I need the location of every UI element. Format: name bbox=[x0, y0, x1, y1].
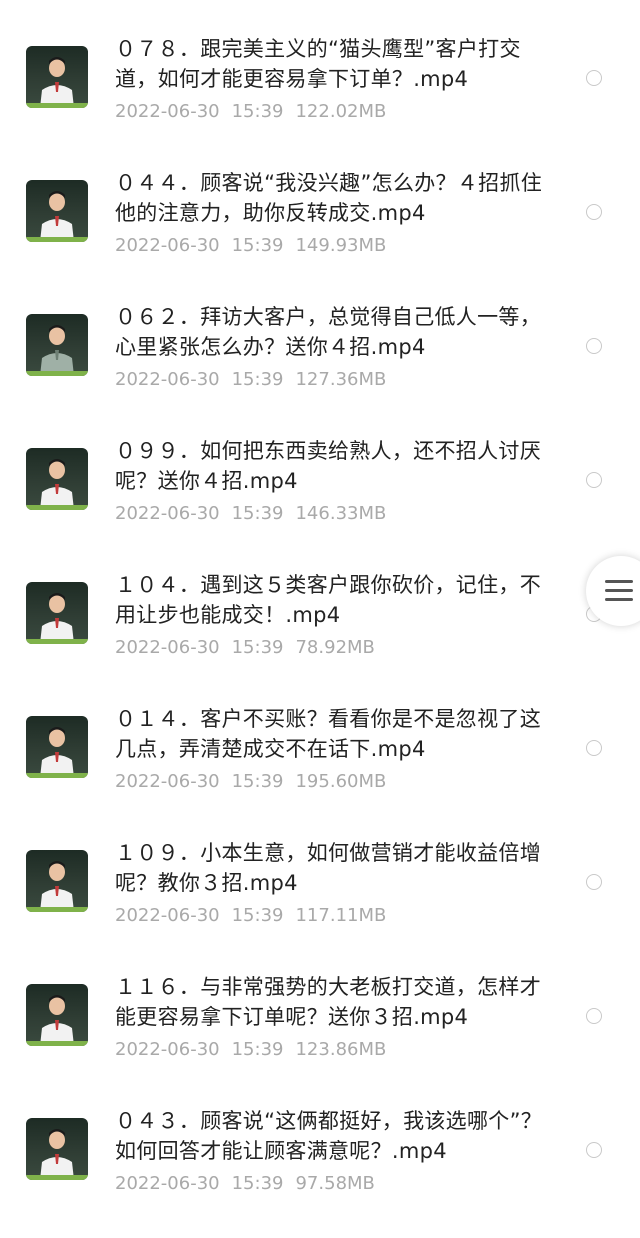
file-meta: 2022-06-30 15:39 195.60MB bbox=[115, 770, 398, 794]
file-row[interactable]: ０７８．跟完美主义的“猫头鹰型”客户打交道，如何才能更容易拿下订单？.mp4 2… bbox=[0, 32, 640, 166]
file-date: 2022-06-30 bbox=[115, 905, 220, 926]
file-size: 195.60MB bbox=[295, 771, 387, 792]
file-time: 15:39 bbox=[231, 1039, 284, 1060]
file-meta: 2022-06-30 15:39 122.02MB bbox=[115, 100, 398, 124]
video-thumbnail-icon bbox=[26, 984, 88, 1046]
radio-unchecked-icon[interactable] bbox=[586, 472, 602, 488]
file-date: 2022-06-30 bbox=[115, 503, 220, 524]
video-thumbnail-icon bbox=[26, 46, 88, 108]
file-meta: 2022-06-30 15:39 127.36MB bbox=[115, 368, 398, 392]
radio-unchecked-icon[interactable] bbox=[586, 70, 602, 86]
file-time: 15:39 bbox=[231, 235, 284, 256]
file-row[interactable]: ０９９．如何把东西卖给熟人，还不招人讨厌呢？送你４招.mp4 2022-06-3… bbox=[0, 434, 640, 568]
file-meta: 2022-06-30 15:39 97.58MB bbox=[115, 1172, 387, 1196]
file-time: 15:39 bbox=[231, 771, 284, 792]
file-row[interactable]: １０４．遇到这５类客户跟你砍价，记住，不用让步也能成交！.mp4 2022-06… bbox=[0, 568, 640, 702]
radio-unchecked-icon[interactable] bbox=[586, 1008, 602, 1024]
radio-unchecked-icon[interactable] bbox=[586, 338, 602, 354]
radio-unchecked-icon[interactable] bbox=[586, 1142, 602, 1158]
video-thumbnail-icon bbox=[26, 716, 88, 778]
file-name: １１６．与非常强势的大老板打交道，怎样才能更容易拿下订单呢？送你３招.mp4 bbox=[115, 975, 541, 1029]
video-thumbnail-icon bbox=[26, 314, 88, 376]
file-meta: 2022-06-30 15:39 78.92MB bbox=[115, 636, 387, 660]
file-time: 15:39 bbox=[231, 503, 284, 524]
file-row[interactable]: ０６２．拜访大客户，总觉得自己低人一等，心里紧张怎么办？送你４招.mp4 202… bbox=[0, 300, 640, 434]
file-row[interactable]: １０９．小本生意，如何做营销才能收益倍增呢？教你３招.mp4 2022-06-3… bbox=[0, 836, 640, 970]
file-date: 2022-06-30 bbox=[115, 1039, 220, 1060]
file-date: 2022-06-30 bbox=[115, 369, 220, 390]
video-thumbnail-icon bbox=[26, 582, 88, 644]
file-time: 15:39 bbox=[231, 1173, 284, 1194]
file-time: 15:39 bbox=[231, 637, 284, 658]
file-size: 117.11MB bbox=[295, 905, 387, 926]
file-date: 2022-06-30 bbox=[115, 235, 220, 256]
file-row[interactable]: ０４４．顾客说“我没兴趣”怎么办？４招抓住他的注意力，助你反转成交.mp4 20… bbox=[0, 166, 640, 300]
file-size: 97.58MB bbox=[295, 1173, 375, 1194]
file-name: ０４４．顾客说“我没兴趣”怎么办？４招抓住他的注意力，助你反转成交.mp4 bbox=[115, 171, 543, 225]
file-name: ０６２．拜访大客户，总觉得自己低人一等，心里紧张怎么办？送你４招.mp4 bbox=[115, 305, 541, 359]
file-meta: 2022-06-30 15:39 146.33MB bbox=[115, 502, 398, 526]
file-date: 2022-06-30 bbox=[115, 637, 220, 658]
file-name: １０９．小本生意，如何做营销才能收益倍增呢？教你３招.mp4 bbox=[115, 841, 541, 895]
radio-unchecked-icon[interactable] bbox=[586, 874, 602, 890]
file-size: 127.36MB bbox=[295, 369, 387, 390]
file-row[interactable]: ０４３．顾客说“这俩都挺好，我该选哪个”？如何回答才能让顾客满意呢？.mp4 2… bbox=[0, 1104, 640, 1238]
file-name: １０４．遇到这５类客户跟你砍价，记住，不用让步也能成交！.mp4 bbox=[115, 573, 541, 627]
file-meta: 2022-06-30 15:39 149.93MB bbox=[115, 234, 398, 258]
file-date: 2022-06-30 bbox=[115, 1173, 220, 1194]
file-row[interactable]: ０１４．客户不买账？看看你是不是忽视了这几点，弄清楚成交不在话下.mp4 202… bbox=[0, 702, 640, 836]
file-time: 15:39 bbox=[231, 369, 284, 390]
file-name: ０９９．如何把东西卖给熟人，还不招人讨厌呢？送你４招.mp4 bbox=[115, 439, 541, 493]
video-thumbnail-icon bbox=[26, 448, 88, 510]
file-row[interactable]: １１６．与非常强势的大老板打交道，怎样才能更容易拿下订单呢？送你３招.mp4 2… bbox=[0, 970, 640, 1104]
video-thumbnail-icon bbox=[26, 850, 88, 912]
file-meta: 2022-06-30 15:39 117.11MB bbox=[115, 904, 398, 928]
file-time: 15:39 bbox=[231, 101, 284, 122]
file-date: 2022-06-30 bbox=[115, 101, 220, 122]
radio-unchecked-icon[interactable] bbox=[586, 204, 602, 220]
file-name: ０７８．跟完美主义的“猫头鹰型”客户打交道，如何才能更容易拿下订单？.mp4 bbox=[115, 37, 521, 91]
video-thumbnail-icon bbox=[26, 1118, 88, 1180]
file-time: 15:39 bbox=[231, 905, 284, 926]
file-date: 2022-06-30 bbox=[115, 771, 220, 792]
file-size: 122.02MB bbox=[295, 101, 387, 122]
file-name: ０１４．客户不买账？看看你是不是忽视了这几点，弄清楚成交不在话下.mp4 bbox=[115, 707, 541, 761]
file-size: 146.33MB bbox=[295, 503, 387, 524]
file-size: 78.92MB bbox=[295, 637, 375, 658]
file-list: ０７８．跟完美主义的“猫头鹰型”客户打交道，如何才能更容易拿下订单？.mp4 2… bbox=[0, 0, 640, 1201]
video-thumbnail-icon bbox=[26, 180, 88, 242]
radio-unchecked-icon[interactable] bbox=[586, 740, 602, 756]
file-name: ０４３．顾客说“这俩都挺好，我该选哪个”？如何回答才能让顾客满意呢？.mp4 bbox=[115, 1109, 543, 1163]
file-meta: 2022-06-30 15:39 123.86MB bbox=[115, 1038, 398, 1062]
file-size: 149.93MB bbox=[295, 235, 387, 256]
file-size: 123.86MB bbox=[295, 1039, 387, 1060]
